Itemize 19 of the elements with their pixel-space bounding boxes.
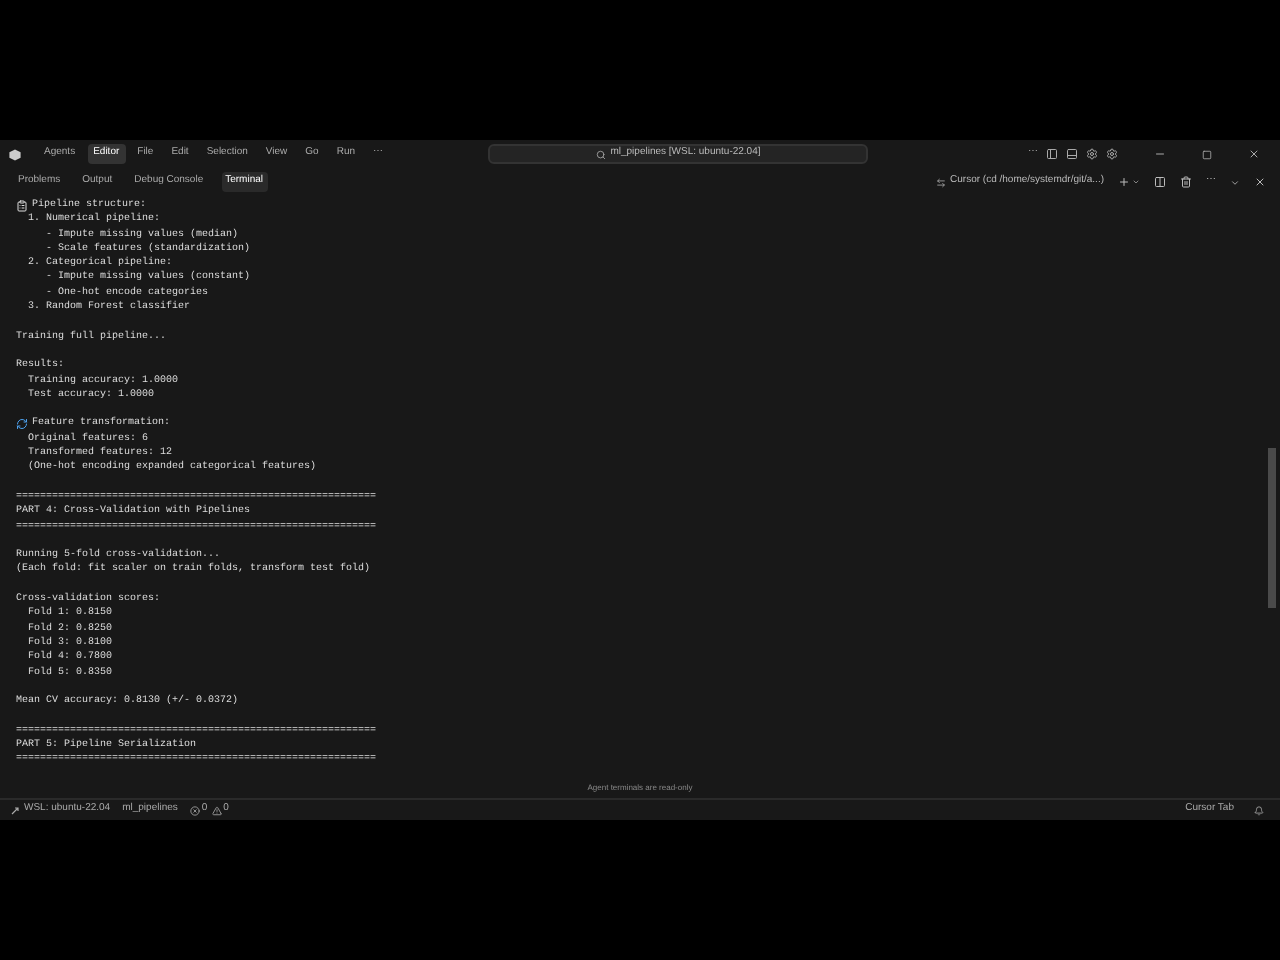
clipboard-icon (16, 199, 28, 212)
trash-icon[interactable] (1180, 176, 1192, 188)
settings-icon[interactable] (1086, 148, 1098, 160)
split-icon[interactable] (1154, 176, 1166, 188)
scrollbar-thumb[interactable] (1268, 448, 1276, 608)
panel-toggle-icon[interactable] (1066, 148, 1078, 160)
minimize-icon[interactable] (1154, 148, 1166, 160)
bell-icon[interactable] (1254, 805, 1264, 815)
logo-icon (8, 147, 22, 161)
search-icon (596, 149, 607, 159)
settings-icon[interactable] (1106, 148, 1118, 160)
close-icon[interactable] (1254, 176, 1266, 188)
chevron-icon[interactable] (1230, 177, 1240, 187)
refresh-icon (16, 418, 28, 431)
sidebar-toggle-icon[interactable] (1046, 148, 1058, 160)
close-icon[interactable] (1248, 148, 1260, 160)
terminal-icon (936, 177, 947, 187)
add-icon[interactable] (1118, 176, 1130, 188)
maximize-icon[interactable] (1202, 149, 1212, 159)
